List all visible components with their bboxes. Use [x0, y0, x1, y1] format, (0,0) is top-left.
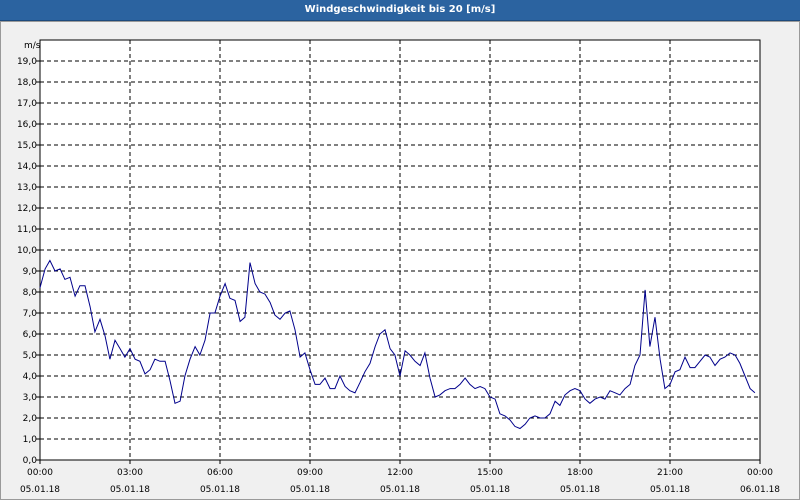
y-tick-label: 8,0: [23, 288, 38, 298]
y-tick-label: 18,0: [17, 78, 37, 88]
y-axis-unit-label: m/s: [24, 41, 41, 51]
y-tick-label: 16,0: [17, 120, 37, 130]
x-tick-time-label: 18:00: [567, 468, 593, 478]
x-tick-time-label: 15:00: [477, 468, 503, 478]
y-tick-label: 0,0: [23, 456, 38, 466]
y-tick-label: 2,0: [23, 414, 38, 424]
y-tick-label: 12,0: [17, 204, 37, 214]
y-tick-label: 14,0: [17, 162, 37, 172]
x-tick-date-label: 05.01.18: [560, 485, 600, 495]
y-tick-label: 5,0: [23, 351, 38, 361]
y-tick-label: 17,0: [17, 99, 37, 109]
x-tick-date-label: 06.01.18: [740, 485, 780, 495]
x-tick-date-label: 05.01.18: [380, 485, 420, 495]
grid-lines: [40, 40, 760, 460]
y-tick-label: 3,0: [23, 393, 38, 403]
x-tick-time-label: 09:00: [297, 468, 323, 478]
x-tick-date-label: 05.01.18: [20, 485, 60, 495]
y-tick-label: 10,0: [17, 246, 37, 256]
x-tick-date-label: 05.01.18: [290, 485, 330, 495]
y-tick-label: 15,0: [17, 141, 37, 151]
x-tick-date-label: 05.01.18: [200, 485, 240, 495]
x-tick-time-label: 21:00: [657, 468, 683, 478]
x-tick-date-label: 05.01.18: [650, 485, 690, 495]
x-axis-ticks: 00:00 05.01.18 03:00 05.01.18 06:00 05.01.18 0…: [20, 460, 780, 495]
x-tick-time-label: 00:00: [27, 468, 53, 478]
x-tick-time-label: 03:00: [117, 468, 143, 478]
y-tick-label: 1,0: [23, 435, 38, 445]
x-tick-date-label: 05.01.18: [110, 485, 150, 495]
x-tick-time-label: 00:00: [747, 468, 773, 478]
y-tick-label: 11,0: [17, 225, 37, 235]
y-axis-ticks: 0,0 1,0 2,0 3,0 4,0 5,0 6,0 7,0 8,0 9,0 10,0 11,0 12…: [17, 57, 40, 466]
y-tick-label: 4,0: [23, 372, 38, 382]
x-tick-date-label: 05.01.18: [470, 485, 510, 495]
y-tick-label: 13,0: [17, 183, 37, 193]
y-tick-label: 6,0: [23, 330, 38, 340]
x-tick-time-label: 12:00: [387, 468, 413, 478]
y-tick-label: 19,0: [17, 57, 37, 67]
wind-speed-chart: 0,0 1,0 2,0 3,0 4,0 5,0 6,0 7,0 8,0 9,0 10,0 11,0 12…: [17, 39, 780, 495]
y-tick-label: 7,0: [23, 309, 38, 319]
x-tick-time-label: 06:00: [207, 468, 233, 478]
y-tick-label: 9,0: [23, 267, 38, 277]
